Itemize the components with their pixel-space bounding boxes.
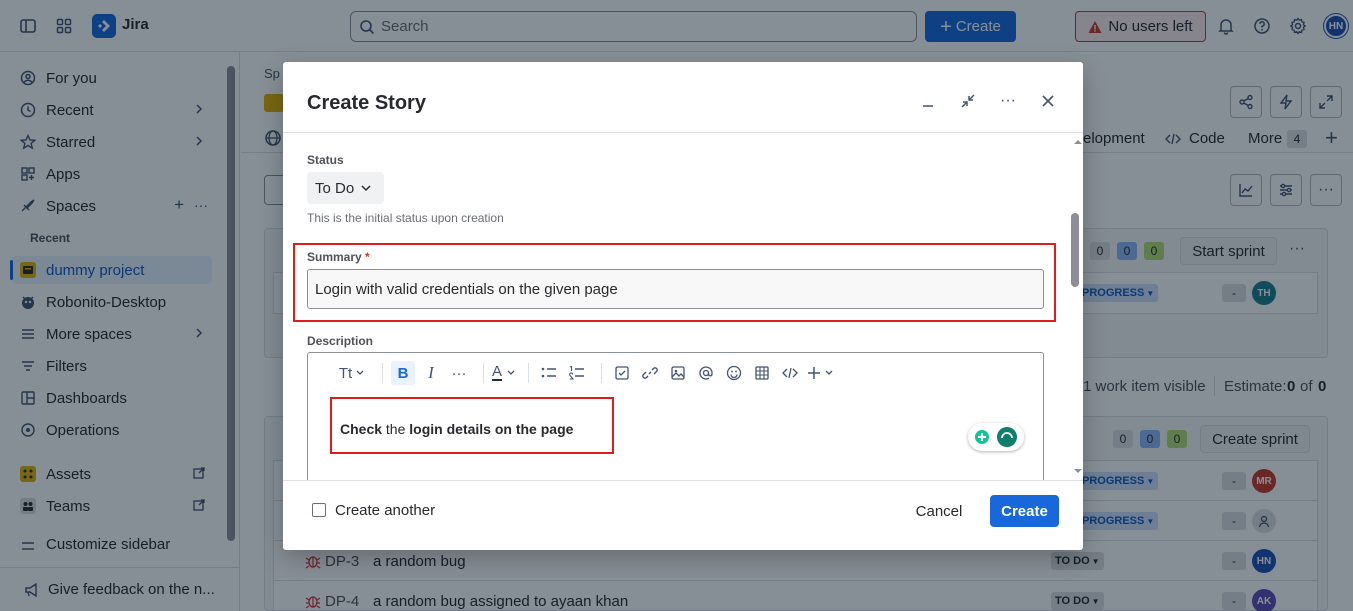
- image-icon[interactable]: [666, 361, 690, 385]
- dialog-scrollbar-thumb[interactable]: [1071, 213, 1079, 287]
- code-snippet-icon[interactable]: [778, 361, 802, 385]
- bullet-list-icon[interactable]: [537, 361, 561, 385]
- bold-button[interactable]: B: [391, 361, 415, 385]
- dialog-body: Status To Do This is the initial status …: [283, 133, 1073, 480]
- toolbar-divider: [382, 363, 383, 383]
- status-helper-text: This is the initial status upon creation: [307, 211, 504, 225]
- grammar-assistant-icon[interactable]: [968, 423, 1024, 451]
- dialog-scrollbar-track[interactable]: [1069, 133, 1083, 480]
- editor-toolbar: Tt B I ··· A: [334, 361, 838, 385]
- create-button[interactable]: Create: [990, 495, 1059, 527]
- summary-label: Summary *: [307, 250, 370, 264]
- toolbar-divider: [483, 363, 484, 383]
- more-options-icon[interactable]: ···: [997, 90, 1019, 112]
- mention-icon[interactable]: [694, 361, 718, 385]
- table-icon[interactable]: [750, 361, 774, 385]
- create-another-checkbox[interactable]: [312, 503, 326, 517]
- text-style-dropdown[interactable]: Tt: [334, 361, 370, 385]
- checkbox-icon[interactable]: [610, 361, 634, 385]
- status-value: To Do: [315, 179, 355, 197]
- summary-input[interactable]: Login with valid credentials on the give…: [307, 269, 1044, 309]
- chevron-down-icon: [360, 182, 372, 194]
- toolbar-divider: [601, 363, 603, 383]
- description-editor[interactable]: Tt B I ··· A Check the login details on …: [307, 352, 1044, 480]
- dialog-footer: Create another Cancel Create: [283, 481, 1083, 550]
- description-text[interactable]: Check the login details on the page: [340, 421, 573, 437]
- create-another-label[interactable]: Create another: [335, 502, 435, 519]
- more-formatting-button[interactable]: ···: [447, 361, 471, 385]
- cancel-button[interactable]: Cancel: [903, 495, 975, 527]
- emoji-icon[interactable]: [722, 361, 746, 385]
- numbered-list-icon[interactable]: [565, 361, 589, 385]
- description-label: Description: [307, 334, 374, 348]
- insert-plus-dropdown[interactable]: [806, 361, 834, 385]
- close-icon[interactable]: [1037, 90, 1059, 112]
- status-dropdown[interactable]: To Do: [307, 172, 384, 204]
- collapse-icon[interactable]: [957, 90, 979, 112]
- toolbar-divider: [528, 363, 530, 383]
- italic-button[interactable]: I: [419, 361, 443, 385]
- status-label: Status: [307, 153, 344, 167]
- create-story-dialog: Create Story ··· Status To Do This is th…: [283, 62, 1083, 550]
- link-icon[interactable]: [638, 361, 662, 385]
- dialog-title: Create Story: [307, 92, 426, 114]
- minimize-icon[interactable]: [917, 90, 939, 112]
- dialog-actions: ···: [917, 90, 1059, 112]
- text-color-dropdown[interactable]: A: [492, 361, 516, 385]
